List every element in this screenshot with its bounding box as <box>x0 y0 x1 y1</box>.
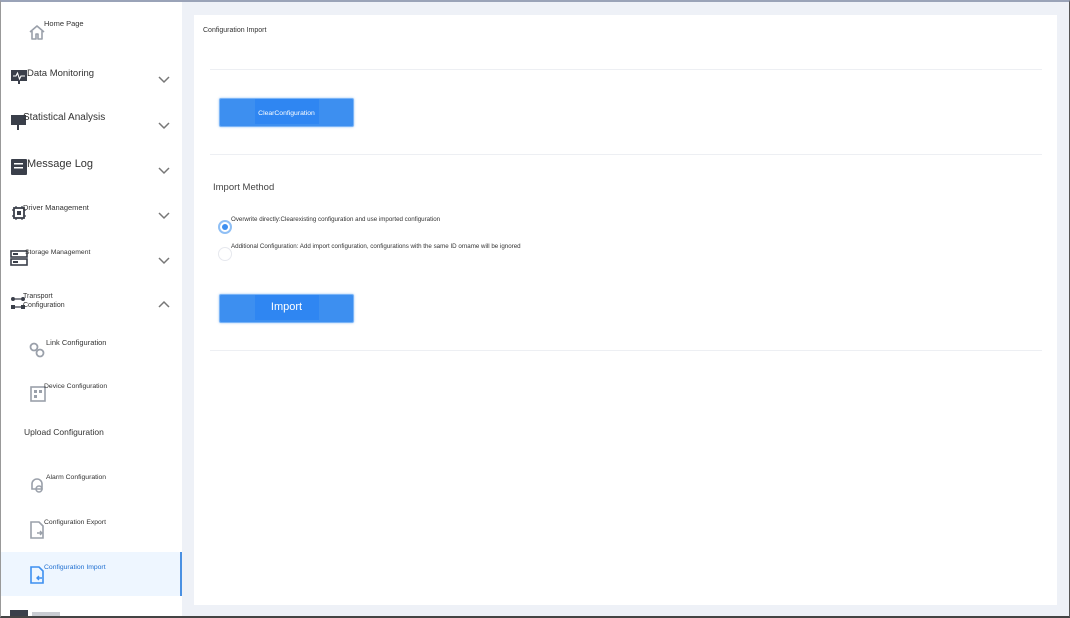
sidebar-item-driver-management[interactable]: Driver Management <box>0 192 182 236</box>
sidebar-item-message-log[interactable]: Message Log <box>0 146 182 190</box>
clear-configuration-button[interactable]: ClearConfiguration <box>219 98 354 127</box>
sidebar-item-label: Configuration Export <box>44 519 106 526</box>
sidebar-item-label: Driver Management <box>23 203 89 212</box>
chevron-down-icon[interactable] <box>157 256 171 266</box>
chevron-down-icon[interactable] <box>157 211 171 221</box>
sidebar-item-link-configuration[interactable]: Link Configuration <box>0 328 182 372</box>
sidebar-item-label-line1: Transport <box>23 293 53 300</box>
sidebar-item-label: Link Configuration <box>46 338 107 347</box>
sidebar: Home Page Data Monitoring Statistical An… <box>0 2 182 616</box>
monitor-icon <box>11 70 27 84</box>
chevron-up-icon[interactable] <box>157 299 171 309</box>
sidebar-item-configuration-import[interactable]: Configuration Import <box>0 552 182 596</box>
divider <box>210 69 1042 70</box>
radio-dot <box>222 224 228 230</box>
page-title: Configuration Import <box>203 27 267 34</box>
sidebar-item-label: Configuration Import <box>44 564 106 571</box>
sidebar-item-data-monitoring[interactable]: Data Monitoring <box>0 56 182 100</box>
sidebar-item-alarm-configuration[interactable]: Alarm Configuration <box>0 463 182 507</box>
sidebar-item-label: Device Configuration <box>44 383 108 390</box>
radio-additional-label: Additional Configuration: Add import con… <box>231 243 521 250</box>
radio-button-checked[interactable] <box>218 220 232 234</box>
sidebar-item-home[interactable]: Home Page <box>0 10 182 54</box>
radio-additional[interactable]: Additional Configuration: Add import con… <box>218 243 678 261</box>
radio-overwrite[interactable]: Overwrite directly:Clearexisting configu… <box>218 216 638 234</box>
divider <box>210 350 1042 351</box>
sidebar-item-storage-management[interactable]: Storage Management <box>0 237 182 281</box>
import-button-label: Import <box>270 301 303 313</box>
log-icon <box>11 159 27 175</box>
chevron-down-icon[interactable] <box>157 166 171 176</box>
sidebar-item-partial-label <box>32 612 60 616</box>
sidebar-item-label: Alarm Configuration <box>46 474 107 481</box>
sidebar-item-label: Upload Configuration <box>24 427 104 437</box>
main-panel: Configuration Import ClearConfiguration … <box>194 15 1057 605</box>
sidebar-item-label: Statistical Analysis <box>23 112 106 123</box>
sidebar-item-label: Home Page <box>44 19 84 28</box>
sidebar-item-label: Message Log <box>27 158 94 170</box>
sidebar-item-upload-configuration[interactable]: Upload Configuration <box>0 417 182 461</box>
import-button[interactable]: Import <box>219 294 354 323</box>
sidebar-item-partial <box>10 610 28 616</box>
radio-button-unchecked[interactable] <box>218 247 232 261</box>
link-icon <box>29 342 45 358</box>
import-method-label: Import Method <box>213 182 275 193</box>
radio-overwrite-label: Overwrite directly:Clearexisting configu… <box>231 216 441 223</box>
sidebar-item-label: Data Monitoring <box>27 68 95 79</box>
bell-icon <box>31 478 43 493</box>
chevron-down-icon[interactable] <box>157 121 171 131</box>
sidebar-item-label-line2: Configuration <box>23 302 65 309</box>
sidebar-item-configuration-export[interactable]: Configuration Export <box>0 508 182 552</box>
chevron-down-icon[interactable] <box>157 75 171 85</box>
sidebar-item-transport-configuration[interactable]: Transport Configuration <box>0 283 182 327</box>
sidebar-item-device-configuration[interactable]: Device Configuration <box>0 372 182 416</box>
sidebar-item-statistical-analysis[interactable]: Statistical Analysis <box>0 101 182 145</box>
divider <box>210 154 1042 155</box>
sidebar-item-label: Storage Management <box>25 249 91 256</box>
clear-configuration-label: ClearConfiguration <box>258 110 315 117</box>
